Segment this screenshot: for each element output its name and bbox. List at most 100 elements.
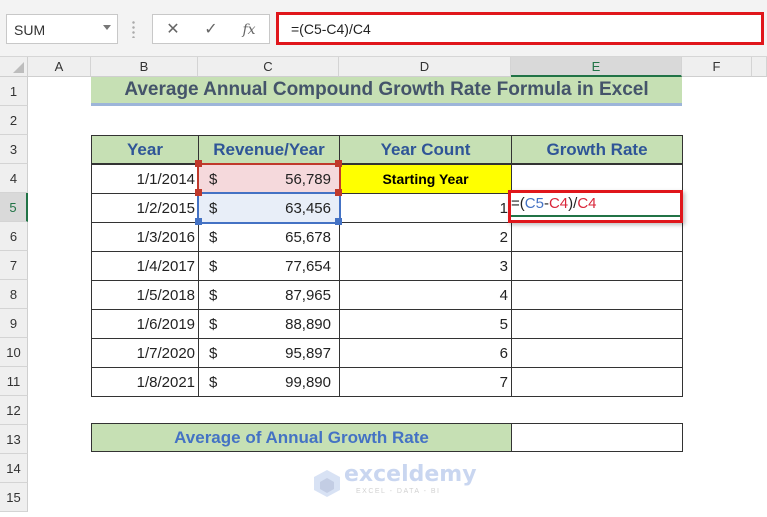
cell-growth-rate[interactable] bbox=[511, 222, 683, 252]
revenue-amount: 87,965 bbox=[285, 287, 331, 304]
cell-growth-rate[interactable] bbox=[511, 280, 683, 310]
row-header-3[interactable]: 3 bbox=[0, 135, 28, 164]
chevron-down-icon[interactable] bbox=[103, 25, 111, 30]
revenue-amount: 88,890 bbox=[285, 316, 331, 333]
cell-revenue[interactable]: $99,890 bbox=[198, 367, 340, 397]
row-header-10[interactable]: 10 bbox=[0, 338, 28, 367]
cell-year[interactable]: 1/6/2019 bbox=[91, 309, 199, 339]
column-header-g[interactable] bbox=[752, 57, 767, 77]
revenue-amount: 56,789 bbox=[285, 171, 331, 188]
watermark-name: exceldemy bbox=[344, 462, 477, 487]
row-header-15[interactable]: 15 bbox=[0, 483, 28, 512]
cell-revenue[interactable]: $77,654 bbox=[198, 251, 340, 281]
currency-symbol: $ bbox=[209, 258, 218, 275]
ref-handle-c5-bl[interactable] bbox=[195, 218, 202, 225]
editing-cell-e5[interactable]: =(C5-C4)/C4 bbox=[508, 190, 683, 223]
exceldemy-logo-icon bbox=[314, 470, 340, 497]
cell-year[interactable]: 1/8/2021 bbox=[91, 367, 199, 397]
cell-growth-rate[interactable] bbox=[511, 251, 683, 281]
select-all-button[interactable] bbox=[0, 57, 28, 77]
row-header-5[interactable]: 5 bbox=[0, 193, 28, 222]
ref-handle-c4-br[interactable] bbox=[335, 189, 342, 196]
formula-toolbar: SUM ✕ ✓ fx =(C5-C4)/C4 bbox=[0, 0, 767, 57]
formula-part-open: =( bbox=[511, 195, 525, 212]
header-revenue[interactable]: Revenue/Year bbox=[198, 135, 340, 164]
ref-handle-c4-tl[interactable] bbox=[195, 160, 202, 167]
row-header-4[interactable]: 4 bbox=[0, 164, 28, 193]
ref-handle-c5-br[interactable] bbox=[335, 218, 342, 225]
formula-ref-c4: C4 bbox=[548, 195, 569, 212]
formula-text[interactable]: =(C5-C4)/C4 bbox=[291, 21, 371, 37]
watermark-tagline: EXCEL - DATA - BI bbox=[356, 488, 441, 495]
formula-part-divide: )/ bbox=[568, 195, 578, 212]
row-header-6[interactable]: 6 bbox=[0, 222, 28, 251]
row-header-1[interactable]: 1 bbox=[0, 77, 28, 106]
currency-symbol: $ bbox=[209, 345, 218, 362]
formula-buttons: ✕ ✓ fx bbox=[152, 14, 270, 44]
name-box-value: SUM bbox=[14, 22, 46, 38]
cell-growth-rate[interactable] bbox=[511, 367, 683, 397]
ref-handle-c4-bl[interactable] bbox=[195, 189, 202, 196]
cell-year-count[interactable]: 4 bbox=[339, 280, 512, 310]
sheet-title[interactable]: Average Annual Compound Growth Rate Form… bbox=[91, 77, 682, 106]
column-header-a[interactable]: A bbox=[28, 57, 91, 77]
row-header-8[interactable]: 8 bbox=[0, 280, 28, 309]
average-growth-label[interactable]: Average of Annual Growth Rate bbox=[91, 423, 512, 452]
cell-year-count[interactable]: 6 bbox=[339, 338, 512, 368]
cell-year[interactable]: 1/5/2018 bbox=[91, 280, 199, 310]
name-box[interactable]: SUM bbox=[6, 14, 118, 44]
cell-year[interactable]: 1/2/2015 bbox=[91, 193, 199, 223]
toolbar-grip bbox=[132, 20, 135, 38]
cell-starting-year[interactable]: Starting Year bbox=[339, 164, 512, 194]
ref-handle-c4-tr[interactable] bbox=[335, 160, 342, 167]
cell-year-count[interactable]: 1 bbox=[339, 193, 512, 223]
cell-revenue[interactable]: $56,789 bbox=[197, 163, 341, 195]
currency-symbol: $ bbox=[209, 374, 218, 391]
revenue-amount: 63,456 bbox=[285, 200, 331, 217]
column-header-b[interactable]: B bbox=[91, 57, 198, 77]
row-header-7[interactable]: 7 bbox=[0, 251, 28, 280]
enter-check-icon[interactable]: ✓ bbox=[199, 19, 223, 41]
currency-symbol: $ bbox=[209, 316, 218, 333]
cell-revenue[interactable]: $87,965 bbox=[198, 280, 340, 310]
formula-ref-c4-divisor: C4 bbox=[577, 195, 597, 212]
average-growth-value[interactable] bbox=[511, 423, 683, 452]
row-header-11[interactable]: 11 bbox=[0, 367, 28, 396]
revenue-amount: 65,678 bbox=[285, 229, 331, 246]
cell-year-count[interactable]: 5 bbox=[339, 309, 512, 339]
column-header-c[interactable]: C bbox=[198, 57, 339, 77]
cell-growth-rate[interactable] bbox=[511, 338, 683, 368]
cell-year[interactable]: 1/7/2020 bbox=[91, 338, 199, 368]
cell-revenue[interactable]: $63,456 bbox=[197, 192, 341, 224]
column-header-d[interactable]: D bbox=[339, 57, 511, 77]
currency-symbol: $ bbox=[209, 200, 218, 217]
in-cell-formula[interactable]: =(C5-C4)/C4 bbox=[511, 195, 680, 217]
header-year-count[interactable]: Year Count bbox=[339, 135, 512, 164]
header-growth-rate[interactable]: Growth Rate bbox=[511, 135, 683, 164]
cell-year[interactable]: 1/1/2014 bbox=[91, 164, 199, 194]
cell-revenue[interactable]: $95,897 bbox=[198, 338, 340, 368]
cell-year-count[interactable]: 7 bbox=[339, 367, 512, 397]
currency-symbol: $ bbox=[209, 287, 218, 304]
cell-year-count[interactable]: 2 bbox=[339, 222, 512, 252]
cell-revenue[interactable]: $88,890 bbox=[198, 309, 340, 339]
cell-year[interactable]: 1/4/2017 bbox=[91, 251, 199, 281]
cell-year-count[interactable]: 3 bbox=[339, 251, 512, 281]
insert-function-icon[interactable]: fx bbox=[237, 19, 261, 41]
row-header-14[interactable]: 14 bbox=[0, 454, 28, 483]
formula-input[interactable]: =(C5-C4)/C4 bbox=[276, 12, 764, 45]
cell-year[interactable]: 1/3/2016 bbox=[91, 222, 199, 252]
cancel-icon[interactable]: ✕ bbox=[161, 19, 185, 41]
header-year[interactable]: Year bbox=[91, 135, 199, 164]
cell-growth-rate[interactable] bbox=[511, 309, 683, 339]
row-header-9[interactable]: 9 bbox=[0, 309, 28, 338]
formula-ref-c5: C5 bbox=[524, 195, 544, 212]
row-header-2[interactable]: 2 bbox=[0, 106, 28, 135]
currency-symbol: $ bbox=[209, 171, 218, 188]
row-header-12[interactable]: 12 bbox=[0, 396, 28, 425]
revenue-amount: 77,654 bbox=[285, 258, 331, 275]
column-header-e[interactable]: E bbox=[511, 57, 682, 77]
row-header-13[interactable]: 13 bbox=[0, 425, 28, 454]
cell-revenue[interactable]: $65,678 bbox=[198, 222, 340, 252]
column-header-f[interactable]: F bbox=[682, 57, 752, 77]
